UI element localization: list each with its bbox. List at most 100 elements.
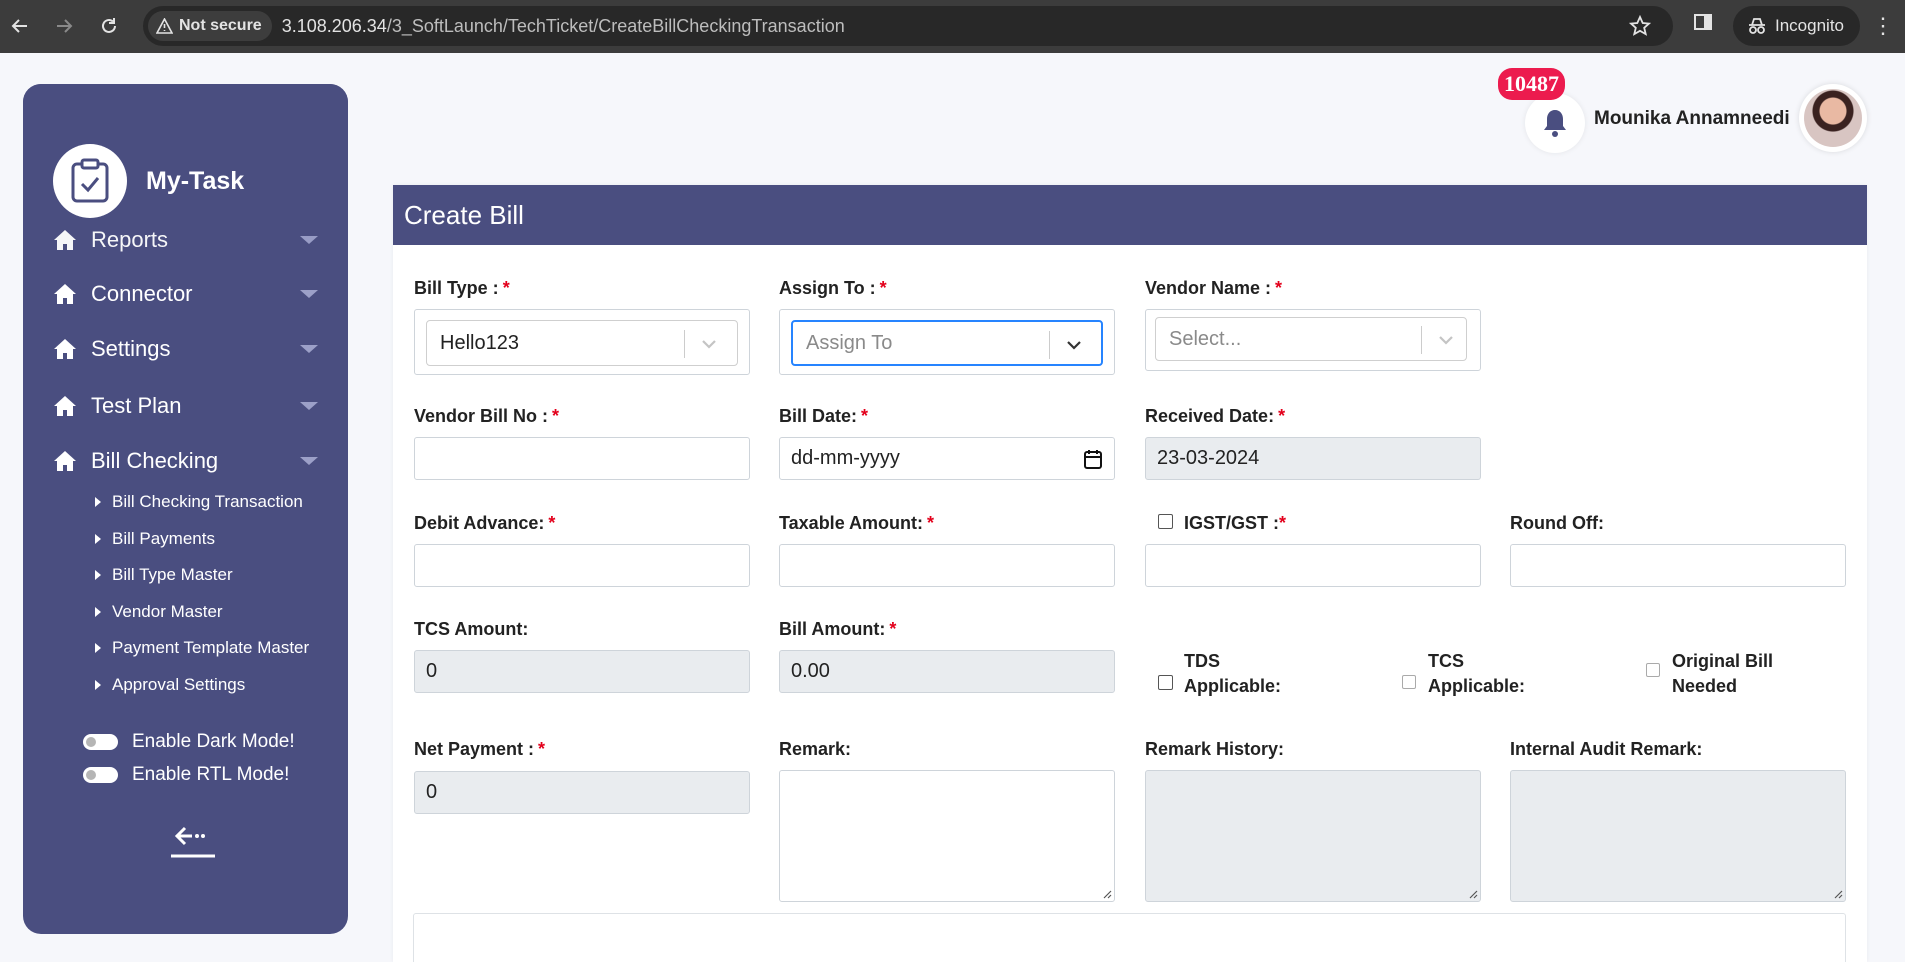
sidebar-item-settings[interactable]: Settings (53, 329, 318, 369)
clipboard-check-icon (53, 144, 127, 218)
internal-audit-remark-label: Internal Audit Remark: (1510, 739, 1703, 759)
remark-label: Remark: (779, 739, 852, 759)
dark-mode-switch[interactable] (83, 734, 118, 750)
vendor-name-placeholder: Select... (1169, 327, 1242, 350)
sidebar-item-reports[interactable]: Reports (53, 220, 318, 260)
rtl-mode-toggle-row: Enable RTL Mode! (83, 764, 289, 786)
igst-gst-input[interactable] (1145, 544, 1481, 587)
assign-to-placeholder: Assign To (806, 331, 893, 354)
bill-date-placeholder: dd-mm-yyyy (791, 447, 900, 469)
url-text: 3.108.206.34/3_SoftLaunch/TechTicket/Cre… (282, 16, 845, 37)
incognito-label: Incognito (1775, 16, 1844, 35)
bill-date-input[interactable]: dd-mm-yyyy (779, 437, 1115, 480)
page-title: Create Bill (404, 199, 524, 230)
bill-type-value: Hello123 (440, 331, 519, 354)
submenu-label: Payment Template Master (112, 638, 310, 658)
bill-type-wrapper: Hello123 (414, 309, 750, 375)
bell-icon (1544, 110, 1566, 137)
taxable-amount-input[interactable] (779, 544, 1115, 587)
user-name[interactable]: Mounika Annamneedi (1594, 108, 1790, 130)
round-off-input[interactable] (1510, 544, 1846, 587)
resize-grip-icon (1834, 890, 1843, 899)
tds-applicable-checkbox[interactable] (1158, 675, 1173, 690)
reload-icon[interactable] (89, 6, 129, 46)
forward-icon[interactable] (44, 6, 84, 46)
chevron-down-icon (300, 457, 318, 465)
security-chip[interactable]: Not secure (148, 11, 272, 41)
tcs-amount-input: 0 (414, 650, 750, 693)
sidebar-item-label: Settings (91, 336, 171, 361)
incognito-chip[interactable]: Incognito (1733, 6, 1860, 46)
bill-type-label: Bill Type : * (414, 278, 510, 298)
resize-grip-icon (1469, 890, 1478, 899)
vendor-bill-no-input[interactable] (414, 437, 750, 480)
resize-grip-icon[interactable] (1102, 889, 1112, 899)
chevron-down-icon (1067, 341, 1081, 350)
notification-button[interactable] (1525, 93, 1585, 153)
submenu-label: Bill Checking Transaction (112, 492, 303, 512)
internal-audit-remark-textarea (1510, 770, 1846, 902)
calendar-icon[interactable] (1084, 449, 1102, 469)
home-icon (54, 396, 76, 416)
vendor-name-wrapper: Select... (1145, 309, 1481, 371)
debit-advance-label: Debit Advance: * (414, 513, 556, 533)
assign-to-select[interactable]: Assign To (791, 320, 1103, 366)
chevron-down-icon (702, 340, 716, 349)
tcs-amount-label: TCS Amount: (414, 619, 529, 639)
attachments-section (413, 913, 1846, 962)
url-path: /3_SoftLaunch/TechTicket/CreateBillCheck… (386, 15, 845, 36)
original-bill-needed-label: Original Bill Needed (1672, 651, 1774, 696)
net-payment-input: 0 (414, 771, 750, 814)
dark-mode-toggle-row: Enable Dark Mode! (83, 731, 295, 753)
home-icon (54, 230, 76, 250)
bill-date-label: Bill Date: * (779, 406, 869, 426)
sidebar-item-label: Bill Checking (91, 448, 219, 473)
avatar[interactable] (1799, 84, 1867, 152)
chevron-down-icon (300, 236, 318, 244)
chevron-down-icon (300, 290, 318, 298)
vendor-name-select[interactable]: Select... (1155, 317, 1467, 361)
submenu-label: Vendor Master (112, 601, 223, 621)
submenu-item-vendor-master[interactable]: Vendor Master (95, 594, 309, 631)
sidebar-item-bill-checking[interactable]: Bill Checking (53, 441, 318, 481)
igst-gst-label: IGST/GST :* (1184, 513, 1287, 533)
igst-gst-checkbox[interactable] (1158, 514, 1173, 529)
vendor-bill-no-label: Vendor Bill No : * (414, 406, 560, 426)
tcs-applicable-label: TCS Applicable: (1428, 651, 1526, 696)
sidebar-item-label: Connector (91, 281, 193, 306)
collapse-sidebar-icon[interactable] (171, 824, 217, 865)
caret-right-icon (95, 606, 101, 617)
submenu-item-approval-settings[interactable]: Approval Settings (95, 667, 309, 704)
submenu-item-payment-template-master[interactable]: Payment Template Master (95, 630, 309, 667)
sidebar-item-test-plan[interactable]: Test Plan (53, 386, 318, 426)
tds-applicable-label: TDS Applicable: (1184, 651, 1282, 696)
bill-amount-label: Bill Amount: * (779, 619, 897, 639)
create-bill-card: Create Bill Bill Type : * Hello123 Assign… (393, 185, 1867, 962)
assign-to-label: Assign To : * (779, 278, 887, 298)
brand-top[interactable]: My-Task (53, 144, 244, 218)
chevron-down-icon (300, 402, 318, 410)
caret-right-icon (95, 497, 101, 508)
submenu-item-bill-checking-transaction[interactable]: Bill Checking Transaction (95, 484, 309, 521)
address-bar[interactable]: Not secure 3.108.206.34/3_SoftLaunch/Tec… (143, 6, 1673, 46)
back-icon[interactable] (0, 6, 40, 46)
brand-name-top: My-Task (146, 166, 245, 195)
sidebar-item-connector[interactable]: Connector (53, 274, 318, 314)
taxable-amount-label: Taxable Amount: * (779, 513, 935, 533)
bookmark-star-icon[interactable] (1628, 14, 1652, 42)
original-bill-needed-checkbox[interactable] (1646, 663, 1660, 677)
side-panel-icon[interactable] (1693, 12, 1713, 37)
caret-right-icon (95, 533, 101, 544)
tcs-applicable-checkbox[interactable] (1402, 675, 1416, 689)
home-icon (54, 339, 76, 359)
home-icon (54, 284, 76, 304)
more-menu-icon[interactable]: ⋮ (1872, 13, 1894, 39)
round-off-label: Round Off: (1510, 513, 1604, 533)
submenu-item-bill-type-master[interactable]: Bill Type Master (95, 557, 309, 594)
remark-textarea[interactable] (779, 770, 1115, 902)
received-date-label: Received Date: * (1145, 406, 1286, 426)
debit-advance-input[interactable] (414, 544, 750, 587)
rtl-mode-switch[interactable] (83, 767, 118, 783)
bill-type-select[interactable]: Hello123 (426, 320, 738, 366)
submenu-item-bill-payments[interactable]: Bill Payments (95, 521, 309, 558)
